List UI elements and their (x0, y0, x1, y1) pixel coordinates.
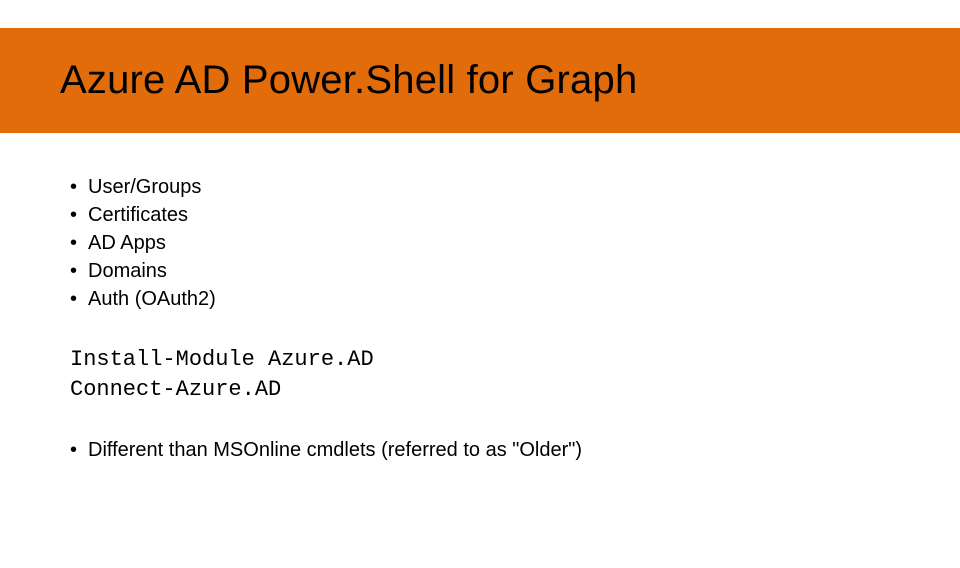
bullet-text: Auth (OAuth2) (88, 285, 216, 313)
list-item: •Certificates (70, 201, 960, 229)
title-bar: Azure AD Power.Shell for Graph (0, 28, 960, 133)
list-item: •Auth (OAuth2) (70, 285, 960, 313)
bullet-text: AD Apps (88, 229, 166, 257)
bullet-list: •User/Groups •Certificates •AD Apps •Dom… (70, 173, 960, 313)
list-item: •User/Groups (70, 173, 960, 201)
code-block: Install-Module Azure.AD Connect-Azure.AD (70, 345, 960, 404)
notes-list: •Different than MSOnline cmdlets (referr… (70, 436, 960, 464)
list-item: •Different than MSOnline cmdlets (referr… (70, 436, 960, 464)
code-line: Connect-Azure.AD (70, 377, 281, 402)
slide-title: Azure AD Power.Shell for Graph (60, 58, 960, 103)
note-text: Different than MSOnline cmdlets (referre… (88, 436, 582, 464)
code-line: Install-Module Azure.AD (70, 347, 374, 372)
list-item: •AD Apps (70, 229, 960, 257)
list-item: •Domains (70, 257, 960, 285)
bullet-text: User/Groups (88, 173, 201, 201)
slide-body: •User/Groups •Certificates •AD Apps •Dom… (0, 133, 960, 464)
bullet-text: Domains (88, 257, 167, 285)
bullet-text: Certificates (88, 201, 188, 229)
